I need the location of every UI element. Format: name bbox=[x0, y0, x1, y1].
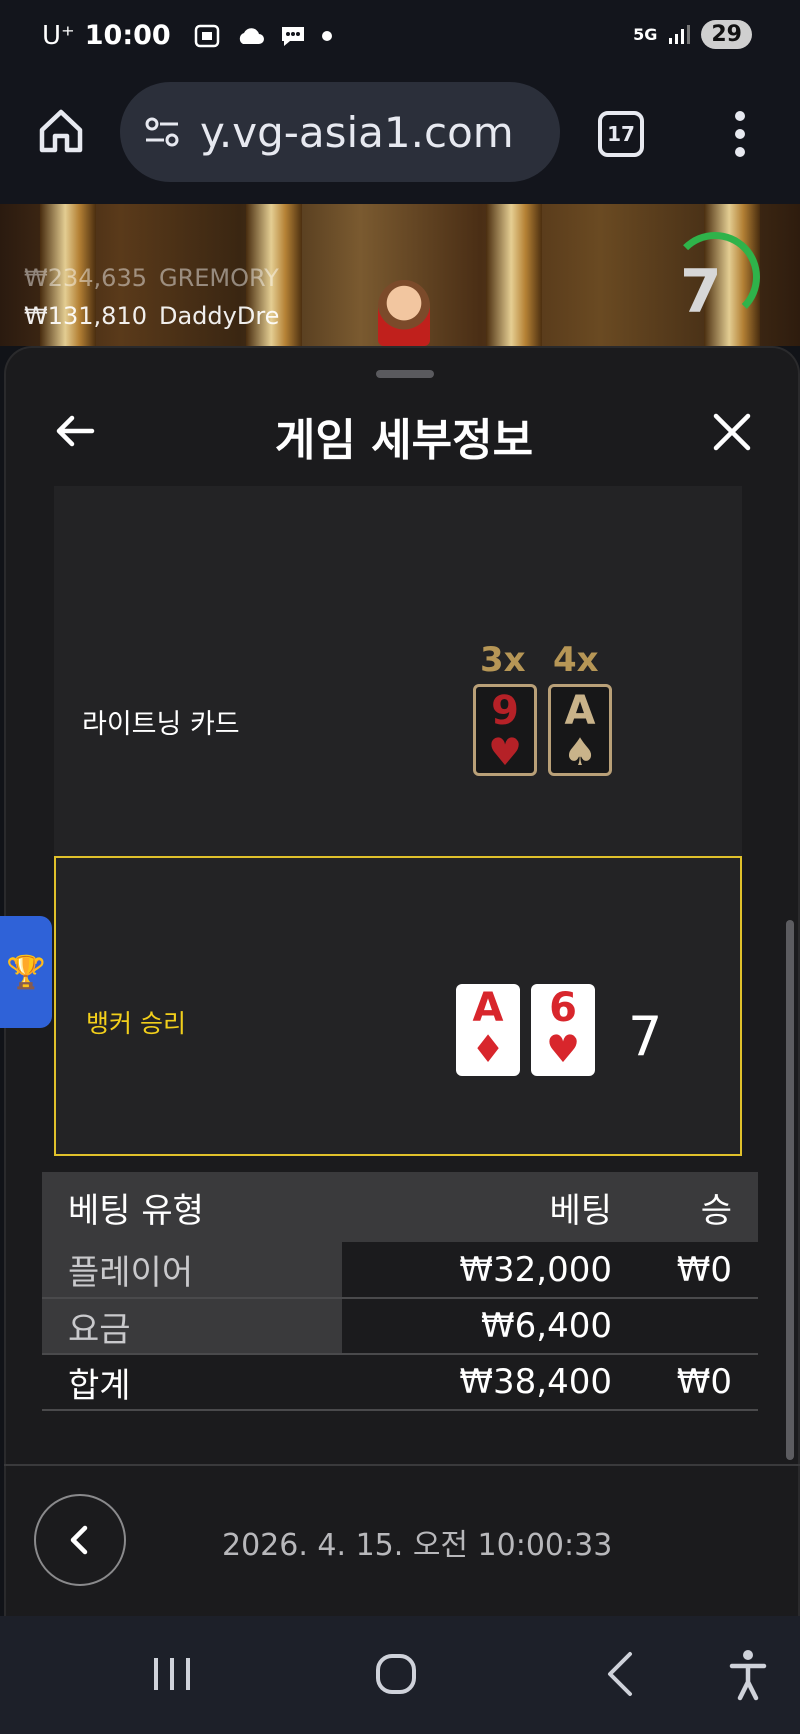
round-timer-count: 7 bbox=[680, 257, 722, 327]
lightning-cards-panel bbox=[54, 486, 742, 856]
home-nav-icon[interactable] bbox=[372, 1644, 420, 1704]
trophy-icon[interactable]: 🏆 bbox=[0, 916, 52, 1028]
bet-amount-cell: ₩6,400 bbox=[481, 1306, 612, 1346]
card-rank: 9 bbox=[491, 688, 519, 734]
banker-card: A ♦ bbox=[456, 984, 520, 1076]
bet-type-cell: 플레이어 bbox=[42, 1242, 342, 1298]
diamond-suit-icon: ♦ bbox=[470, 1027, 506, 1071]
home-icon[interactable] bbox=[36, 106, 86, 156]
chevron-left-icon bbox=[70, 1525, 88, 1555]
round-timestamp: 2026. 4. 15. 오전 10:00:33 bbox=[222, 1528, 613, 1563]
total-bet-amount: ₩38,400 bbox=[459, 1362, 612, 1402]
notification-dot-icon bbox=[321, 30, 332, 41]
divider bbox=[4, 1464, 800, 1466]
url-text: y.vg-asia1.com bbox=[200, 107, 514, 157]
column-header-bet: 베팅 bbox=[549, 1190, 612, 1231]
previous-round-button[interactable] bbox=[34, 1494, 126, 1586]
more-vert-icon[interactable] bbox=[730, 108, 750, 160]
sheet-title: 게임 세부정보 bbox=[274, 415, 534, 466]
winner-amount: ₩131,810 bbox=[24, 302, 147, 330]
lightning-cards-label: 라이트닝 카드 bbox=[82, 709, 240, 740]
address-bar[interactable]: y.vg-asia1.com bbox=[120, 82, 560, 182]
card-rank: A bbox=[564, 688, 596, 734]
column-header-win: 승 bbox=[700, 1190, 732, 1231]
table-row: 요금 ₩6,400 bbox=[42, 1298, 758, 1354]
lightning-card: A ♠ bbox=[548, 684, 612, 776]
stage-pillar bbox=[486, 204, 542, 346]
win-amount-cell bbox=[638, 1298, 758, 1354]
winner-name: DaddyDre bbox=[158, 302, 280, 330]
winner-row: ₩131,810 DaddyDre bbox=[24, 302, 279, 330]
close-icon[interactable] bbox=[710, 410, 754, 454]
status-time: 10:00 bbox=[84, 20, 171, 51]
table-header-row: 베팅 유형 베팅 승 bbox=[42, 1172, 758, 1242]
total-label: 합계 bbox=[68, 1365, 131, 1406]
scrollbar[interactable] bbox=[786, 920, 794, 1460]
drag-handle[interactable] bbox=[376, 370, 434, 378]
system-navigation-bar bbox=[0, 1616, 800, 1734]
signal-icon bbox=[669, 24, 691, 44]
heart-suit-icon: ♥ bbox=[545, 1027, 581, 1071]
table-row: 플레이어 ₩32,000 ₩0 bbox=[42, 1242, 758, 1298]
dealer-video bbox=[378, 280, 430, 346]
accessibility-icon[interactable] bbox=[726, 1644, 770, 1704]
lightning-card: 9 ♥ bbox=[473, 684, 537, 776]
network-label: 5G bbox=[633, 25, 658, 44]
winner-name: GREMORY bbox=[158, 264, 279, 292]
total-win-amount: ₩0 bbox=[676, 1362, 732, 1402]
bets-table: 베팅 유형 베팅 승 플레이어 ₩32,000 ₩0 요금 ₩6,400 합계 … bbox=[42, 1172, 758, 1411]
bet-type-cell: 요금 bbox=[42, 1298, 342, 1354]
browser-toolbar: y.vg-asia1.com 17 bbox=[0, 76, 800, 204]
tune-icon[interactable] bbox=[142, 112, 182, 152]
cloud-icon bbox=[239, 27, 264, 44]
tab-count: 17 bbox=[607, 122, 635, 146]
banker-card: 6 ♥ bbox=[531, 984, 595, 1076]
carrier-label: U⁺ bbox=[42, 20, 75, 51]
total-row: 합계 ₩38,400 ₩0 bbox=[42, 1354, 758, 1410]
back-nav-icon[interactable] bbox=[600, 1644, 640, 1704]
win-amount-cell: ₩0 bbox=[676, 1249, 732, 1290]
battery-indicator: 29 bbox=[701, 20, 752, 49]
recent-apps-icon[interactable] bbox=[150, 1644, 194, 1704]
heart-suit-icon: ♥ bbox=[487, 730, 523, 774]
column-header-type: 베팅 유형 bbox=[68, 1190, 204, 1231]
winner-amount: ₩234,635 bbox=[24, 264, 147, 292]
card-rank: A bbox=[472, 985, 504, 1031]
hand-score: 7 bbox=[628, 1005, 663, 1068]
bet-amount-cell: ₩32,000 bbox=[459, 1249, 612, 1290]
card-multiplier: 3x bbox=[480, 640, 526, 680]
card-multiplier: 4x bbox=[553, 640, 599, 680]
tabs-button[interactable]: 17 bbox=[598, 111, 644, 157]
winner-row: ₩234,635 GREMORY bbox=[24, 264, 279, 292]
screenshot-icon bbox=[194, 24, 219, 47]
result-label: 뱅커 승리 bbox=[86, 1009, 186, 1038]
spade-suit-icon: ♠ bbox=[562, 730, 598, 774]
status-bar: U⁺ 10:00 5G 29 bbox=[0, 0, 800, 76]
card-rank: 6 bbox=[549, 985, 577, 1031]
chat-icon bbox=[281, 26, 304, 46]
